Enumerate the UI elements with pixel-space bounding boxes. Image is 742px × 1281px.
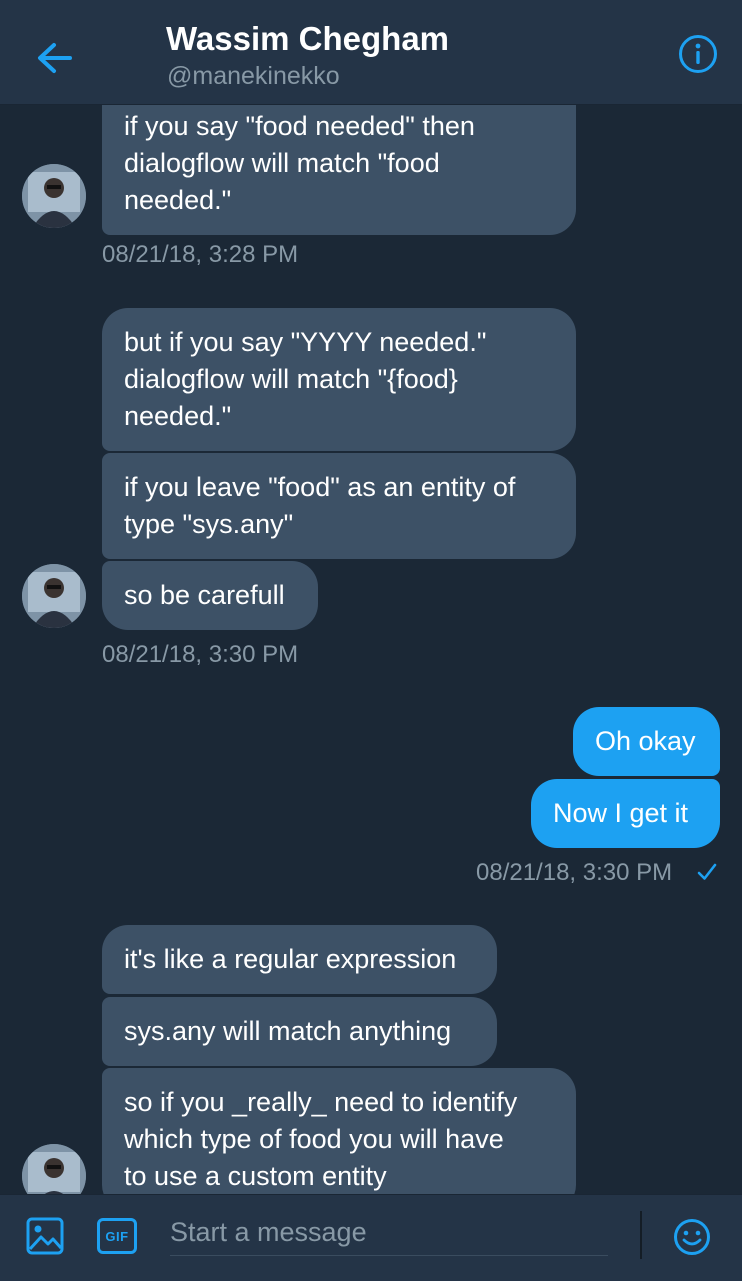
avatar[interactable] [22, 564, 86, 628]
add-image-button[interactable] [24, 1215, 66, 1257]
message-timestamp: 08/21/18, 3:30 PM [102, 641, 299, 668]
back-arrow-icon [36, 42, 72, 74]
message-list[interactable]: if you say "food needed" then dialogflow… [0, 104, 742, 1194]
incoming-message[interactable]: so be carefull [102, 561, 318, 630]
outgoing-message[interactable]: Oh okay [573, 707, 720, 776]
add-gif-button[interactable]: GIF [96, 1217, 138, 1255]
incoming-message[interactable]: it's like a regular expression [102, 925, 497, 994]
incoming-message[interactable]: if you say "food needed" then dialogflow… [102, 104, 576, 235]
gif-icon: GIF [97, 1218, 137, 1254]
message-input[interactable] [170, 1209, 608, 1256]
avatar[interactable] [22, 164, 86, 228]
avatar[interactable] [22, 1144, 86, 1194]
incoming-message[interactable]: so if you _really_ need to identify whic… [102, 1068, 576, 1194]
gif-label: GIF [105, 1228, 129, 1244]
emoji-icon [673, 1218, 711, 1256]
message-timestamp: 08/21/18, 3:28 PM [102, 241, 299, 268]
contact-handle: @manekinekko [167, 62, 340, 90]
composer-divider [640, 1211, 642, 1259]
incoming-message[interactable]: sys.any will match anything [102, 997, 497, 1066]
image-icon [26, 1217, 64, 1255]
info-button[interactable] [674, 30, 722, 78]
conversation-header: Wassim Chegham @manekinekko [0, 0, 742, 105]
emoji-button[interactable] [672, 1217, 712, 1257]
info-icon [678, 34, 718, 74]
incoming-message[interactable]: if you leave "food" as an entity of type… [102, 453, 576, 559]
message-composer: GIF [0, 1194, 742, 1281]
outgoing-message[interactable]: Now I get it [531, 779, 720, 848]
back-button[interactable] [24, 30, 84, 86]
incoming-message[interactable]: but if you say "YYYY needed." dialogflow… [102, 308, 576, 451]
checkmark-icon [696, 861, 718, 883]
contact-name: Wassim Chegham [166, 20, 450, 57]
message-timestamp: 08/21/18, 3:30 PM [476, 859, 673, 886]
